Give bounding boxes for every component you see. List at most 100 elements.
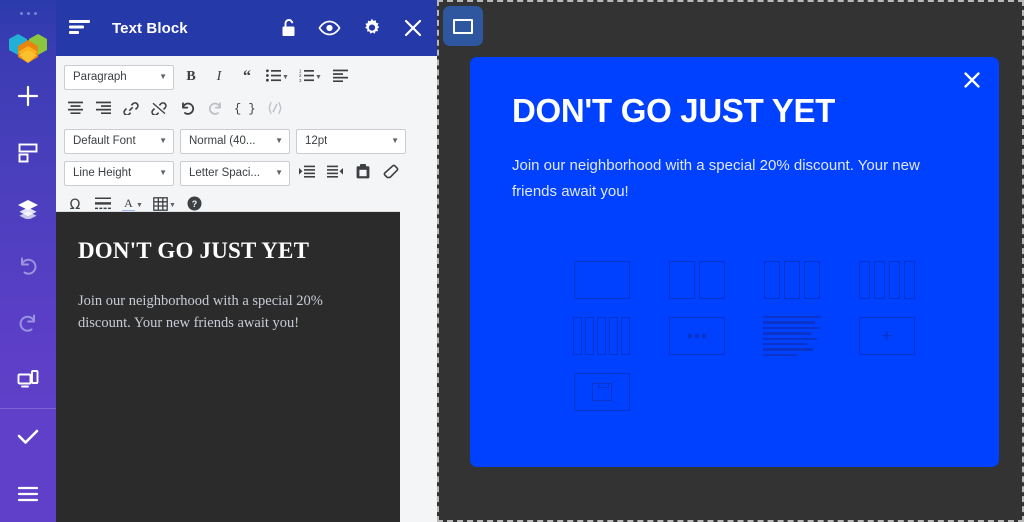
sidebar-item-main-menu[interactable] <box>0 465 56 522</box>
close-icon[interactable] <box>403 18 423 38</box>
popup-heading: DON'T GO JUST YET <box>512 92 835 130</box>
chevron-down-icon: ▼ <box>136 202 143 209</box>
chevron-down-icon: ▼ <box>282 74 289 81</box>
redo-button[interactable] <box>204 97 226 121</box>
chevron-down-icon: ▼ <box>265 137 283 145</box>
sidebar-item-redo[interactable] <box>0 294 56 351</box>
placeholder-block-grid: + <box>554 252 934 420</box>
block-add-new[interactable]: + <box>839 308 934 364</box>
block-2-columns[interactable] <box>649 252 744 308</box>
indent-button[interactable] <box>296 161 318 185</box>
editor-right-gutter <box>400 212 437 522</box>
window-dot <box>20 12 23 15</box>
sidebar-item-responsive-preview[interactable] <box>0 351 56 408</box>
popup-view-toggle-button[interactable] <box>443 6 483 46</box>
gear-icon[interactable] <box>362 18 382 38</box>
columns-icon <box>669 261 725 299</box>
lock-open-icon[interactable] <box>280 18 297 38</box>
left-sidebar <box>0 0 56 522</box>
sidebar-item-layouts[interactable] <box>0 124 56 181</box>
window-dot <box>27 12 30 15</box>
window-dots <box>20 9 37 18</box>
block-image[interactable] <box>554 364 649 420</box>
line-height-value: Line Height <box>73 167 131 179</box>
unlink-icon <box>151 101 167 118</box>
paste-button[interactable] <box>352 161 374 185</box>
chevron-down-icon: ▼ <box>315 74 322 81</box>
block-text-lines[interactable] <box>744 308 839 364</box>
sidebar-item-save-confirm[interactable] <box>0 409 56 466</box>
bold-button[interactable]: B <box>180 65 202 89</box>
code-block-button[interactable] <box>264 97 286 121</box>
editor-header-actions <box>280 18 423 38</box>
link-button[interactable] <box>120 97 142 121</box>
plus-icon <box>17 85 39 107</box>
paste-icon <box>356 164 370 182</box>
paragraph-style-select[interactable]: Paragraph ▼ <box>64 65 174 90</box>
block-4-columns[interactable] <box>839 252 934 308</box>
clear-format-button[interactable] <box>380 161 402 185</box>
align-left-button[interactable] <box>330 65 352 89</box>
letter-spacing-select[interactable]: Letter Spaci... ▼ <box>180 161 290 186</box>
outdent-icon <box>327 165 343 181</box>
editor-header: Text Block <box>56 0 437 56</box>
page-title: Text Block <box>112 20 188 37</box>
text-block-editor-panel: Text Block <box>56 0 437 522</box>
font-family-select[interactable]: Default Font ▼ <box>64 129 174 154</box>
popup-paragraph: Join our neighborhood with a special 20%… <box>512 153 962 204</box>
cube-heart-logo[interactable] <box>6 28 50 68</box>
align-right-icon <box>96 101 111 117</box>
font-weight-select[interactable]: Normal (40... ▼ <box>180 129 290 154</box>
align-left-icon <box>333 69 348 85</box>
undo-button[interactable] <box>176 97 198 121</box>
canvas-heading[interactable]: DON'T GO JUST YET <box>78 238 378 264</box>
bullet-list-button[interactable]: ▼ <box>264 65 291 89</box>
close-icon <box>962 70 982 90</box>
popup-close-button[interactable] <box>959 67 985 93</box>
sidebar-item-undo[interactable] <box>0 238 56 295</box>
italic-button[interactable]: I <box>208 65 230 89</box>
block-5-columns[interactable] <box>554 308 649 364</box>
unlink-button[interactable] <box>148 97 170 121</box>
block-3-columns[interactable] <box>744 252 839 308</box>
plus-frame-icon: + <box>859 317 915 355</box>
eraser-icon <box>383 164 399 182</box>
text-align-icon <box>68 18 92 38</box>
preview-stage: DON'T GO JUST YET Join our neighborhood … <box>437 0 1024 522</box>
letter-spacing-value: Letter Spaci... <box>189 167 260 179</box>
font-weight-value: Normal (40... <box>189 135 255 147</box>
eye-icon[interactable] <box>318 19 341 37</box>
numbered-list-button[interactable]: 1 2 3 ▼ <box>297 65 324 89</box>
sidebar-item-layers[interactable] <box>0 181 56 238</box>
sidebar-item-add-block[interactable] <box>0 68 56 125</box>
outdent-button[interactable] <box>324 161 346 185</box>
numbered-list-icon: 1 2 3 <box>299 69 314 85</box>
ellipsis-icon <box>688 334 706 338</box>
line-height-select[interactable]: Line Height ▼ <box>64 161 174 186</box>
ellipsis-frame-icon <box>669 317 725 355</box>
align-right-button[interactable] <box>92 97 114 121</box>
popup-preview: DON'T GO JUST YET Join our neighborhood … <box>470 57 999 467</box>
chevron-down-icon: ▼ <box>149 169 167 177</box>
undo-icon <box>180 101 195 118</box>
toolbar-row-2: { } <box>64 96 429 122</box>
app-root: Text Block <box>0 0 1024 522</box>
check-icon <box>16 426 40 448</box>
align-center-button[interactable] <box>64 97 86 121</box>
rectangle-icon <box>453 19 473 34</box>
chevron-down-icon: ▼ <box>149 137 167 145</box>
chevron-down-icon: ▼ <box>169 202 176 209</box>
font-size-value: 12pt <box>305 135 327 147</box>
editor-canvas[interactable]: DON'T GO JUST YET Join our neighborhood … <box>56 212 400 522</box>
block-more-options[interactable] <box>649 308 744 364</box>
redo-icon <box>208 101 223 118</box>
toolbar-row-4: Line Height ▼ Letter Spaci... ▼ <box>64 160 429 186</box>
source-code-button[interactable]: { } <box>232 97 258 121</box>
blockquote-button[interactable]: “ <box>236 65 258 89</box>
toolbar-row-3: Default Font ▼ Normal (40... ▼ 12pt ▼ <box>64 128 429 154</box>
font-size-select[interactable]: 12pt ▼ <box>296 129 406 154</box>
columns-icon <box>573 317 630 355</box>
block-1-column[interactable] <box>554 252 649 308</box>
canvas-paragraph[interactable]: Join our neighborhood with a special 20%… <box>78 290 378 335</box>
chevron-down-icon: ▼ <box>149 73 167 81</box>
